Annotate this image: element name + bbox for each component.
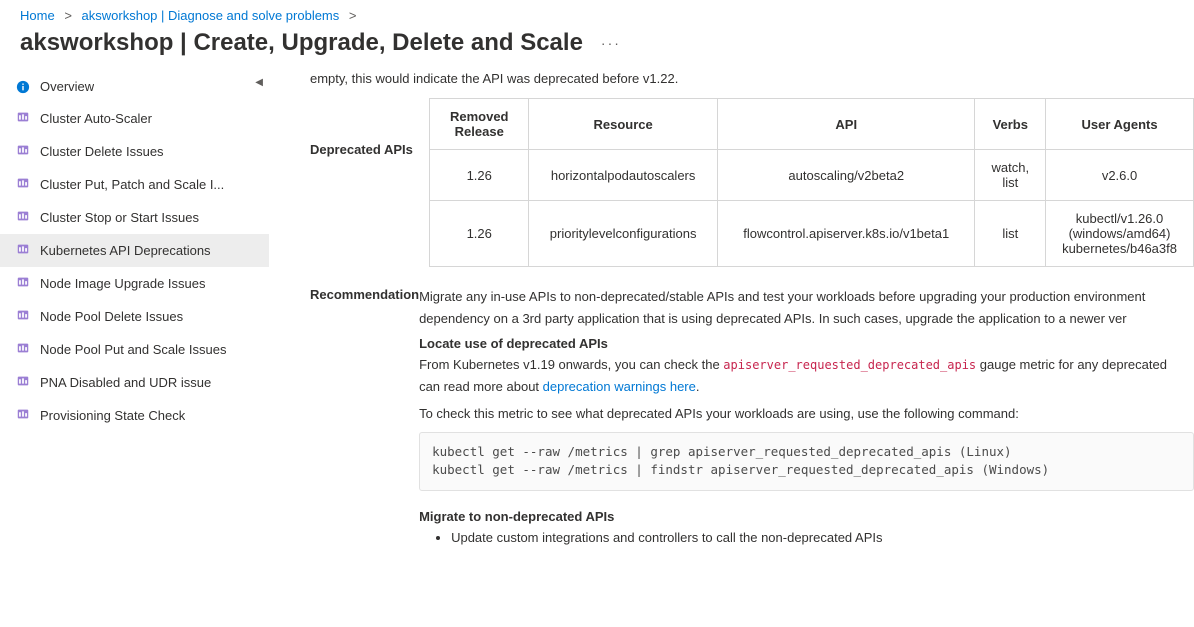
sidebar-item[interactable]: Node Image Upgrade Issues <box>0 267 269 300</box>
sidebar-item[interactable]: Cluster Delete Issues <box>0 135 269 168</box>
breadcrumb: Home > aksworkshop | Diagnose and solve … <box>0 0 1194 27</box>
sidebar-item-overview[interactable]: Overview <box>0 71 269 102</box>
sidebar-item-label: Overview <box>40 79 94 94</box>
sidebar-item-label: Cluster Put, Patch and Scale I... <box>40 177 224 192</box>
sidebar-item[interactable]: PNA Disabled and UDR issue <box>0 366 269 399</box>
locate-paragraph: can read more about deprecation warnings… <box>419 377 1194 397</box>
intro-paragraph: empty, this would indicate the API was d… <box>310 71 1194 98</box>
table-header: Verbs <box>975 99 1046 150</box>
table-header: API <box>718 99 975 150</box>
chart-icon <box>16 242 30 259</box>
sidebar-item-label: Cluster Stop or Start Issues <box>40 210 199 225</box>
code-block[interactable]: kubectl get --raw /metrics | grep apiser… <box>419 432 1194 492</box>
sidebar-item[interactable]: Kubernetes API Deprecations <box>0 234 269 267</box>
sidebar-item-label: Node Pool Delete Issues <box>40 309 183 324</box>
chart-icon <box>16 143 30 160</box>
recommendation-text: dependency on a 3rd party application th… <box>419 309 1194 329</box>
recommendation-text: Migrate any in-use APIs to non-deprecate… <box>419 287 1194 307</box>
page-title-row: aksworkshop | Create, Upgrade, Delete an… <box>0 27 1194 71</box>
chart-icon <box>16 374 30 391</box>
chart-icon <box>16 308 30 325</box>
sidebar: ◀ Overview Cluster Auto-Scaler Cluster De… <box>0 71 270 620</box>
collapse-sidebar-icon[interactable]: ◀ <box>255 77 263 88</box>
table-header: User Agents <box>1046 99 1194 150</box>
migrate-bullets: Update custom integrations and controlle… <box>419 530 1194 545</box>
sidebar-item-label: Kubernetes API Deprecations <box>40 243 211 258</box>
sidebar-item-label: Node Pool Put and Scale Issues <box>40 342 226 357</box>
table-cell: autoscaling/v2beta2 <box>718 150 975 201</box>
breadcrumb-diagnose[interactable]: aksworkshop | Diagnose and solve problem… <box>82 8 340 23</box>
table-header: Removed Release <box>430 99 529 150</box>
sidebar-item[interactable]: Node Pool Delete Issues <box>0 300 269 333</box>
deprecated-apis-table: Removed ReleaseResourceAPIVerbsUser Agen… <box>429 98 1194 267</box>
table-header: Resource <box>529 99 718 150</box>
chart-icon <box>16 407 30 424</box>
page-title: aksworkshop | Create, Upgrade, Delete an… <box>20 29 583 57</box>
table-cell: horizontalpodautoscalers <box>529 150 718 201</box>
locate-paragraph: To check this metric to see what depreca… <box>419 404 1194 424</box>
info-icon <box>16 80 30 94</box>
sidebar-item-label: Cluster Delete Issues <box>40 144 164 159</box>
deprecation-warnings-link[interactable]: deprecation warnings here <box>543 379 696 394</box>
sidebar-item-label: PNA Disabled and UDR issue <box>40 375 211 390</box>
chart-icon <box>16 176 30 193</box>
sidebar-item-label: Provisioning State Check <box>40 408 185 423</box>
chart-icon <box>16 110 30 127</box>
breadcrumb-sep-icon: > <box>64 8 72 23</box>
more-actions-button[interactable]: ··· <box>601 35 621 51</box>
table-cell: flowcontrol.apiserver.k8s.io/v1beta1 <box>718 201 975 267</box>
sidebar-item[interactable]: Cluster Put, Patch and Scale I... <box>0 168 269 201</box>
migrate-heading: Migrate to non-deprecated APIs <box>419 509 1194 524</box>
sidebar-item-label: Node Image Upgrade Issues <box>40 276 205 291</box>
table-cell: kubectl/v1.26.0 (windows/amd64) kubernet… <box>1046 201 1194 267</box>
locate-heading: Locate use of deprecated APIs <box>419 336 1194 351</box>
sidebar-item[interactable]: Cluster Auto-Scaler <box>0 102 269 135</box>
table-row: 1.26horizontalpodautoscalersautoscaling/… <box>430 150 1194 201</box>
inline-code: apiserver_requested_deprecated_apis <box>723 358 976 372</box>
table-cell: prioritylevelconfigurations <box>529 201 718 267</box>
table-row: 1.26prioritylevelconfigurationsflowcontr… <box>430 201 1194 267</box>
deprecated-apis-label: Deprecated APIs <box>310 98 429 157</box>
sidebar-item[interactable]: Provisioning State Check <box>0 399 269 432</box>
content-pane: empty, this would indicate the API was d… <box>270 71 1194 620</box>
table-cell: 1.26 <box>430 150 529 201</box>
locate-paragraph: From Kubernetes v1.19 onwards, you can c… <box>419 355 1194 375</box>
list-item: Update custom integrations and controlle… <box>451 530 1194 545</box>
chart-icon <box>16 209 30 226</box>
chart-icon <box>16 275 30 292</box>
sidebar-item[interactable]: Node Pool Put and Scale Issues <box>0 333 269 366</box>
chart-icon <box>16 341 30 358</box>
table-cell: watch, list <box>975 150 1046 201</box>
table-cell: v2.6.0 <box>1046 150 1194 201</box>
table-cell: 1.26 <box>430 201 529 267</box>
sidebar-item-label: Cluster Auto-Scaler <box>40 111 152 126</box>
recommendation-label: Recommendation <box>310 287 419 302</box>
sidebar-item[interactable]: Cluster Stop or Start Issues <box>0 201 269 234</box>
breadcrumb-sep-icon: > <box>349 8 357 23</box>
table-cell: list <box>975 201 1046 267</box>
breadcrumb-home[interactable]: Home <box>20 8 55 23</box>
